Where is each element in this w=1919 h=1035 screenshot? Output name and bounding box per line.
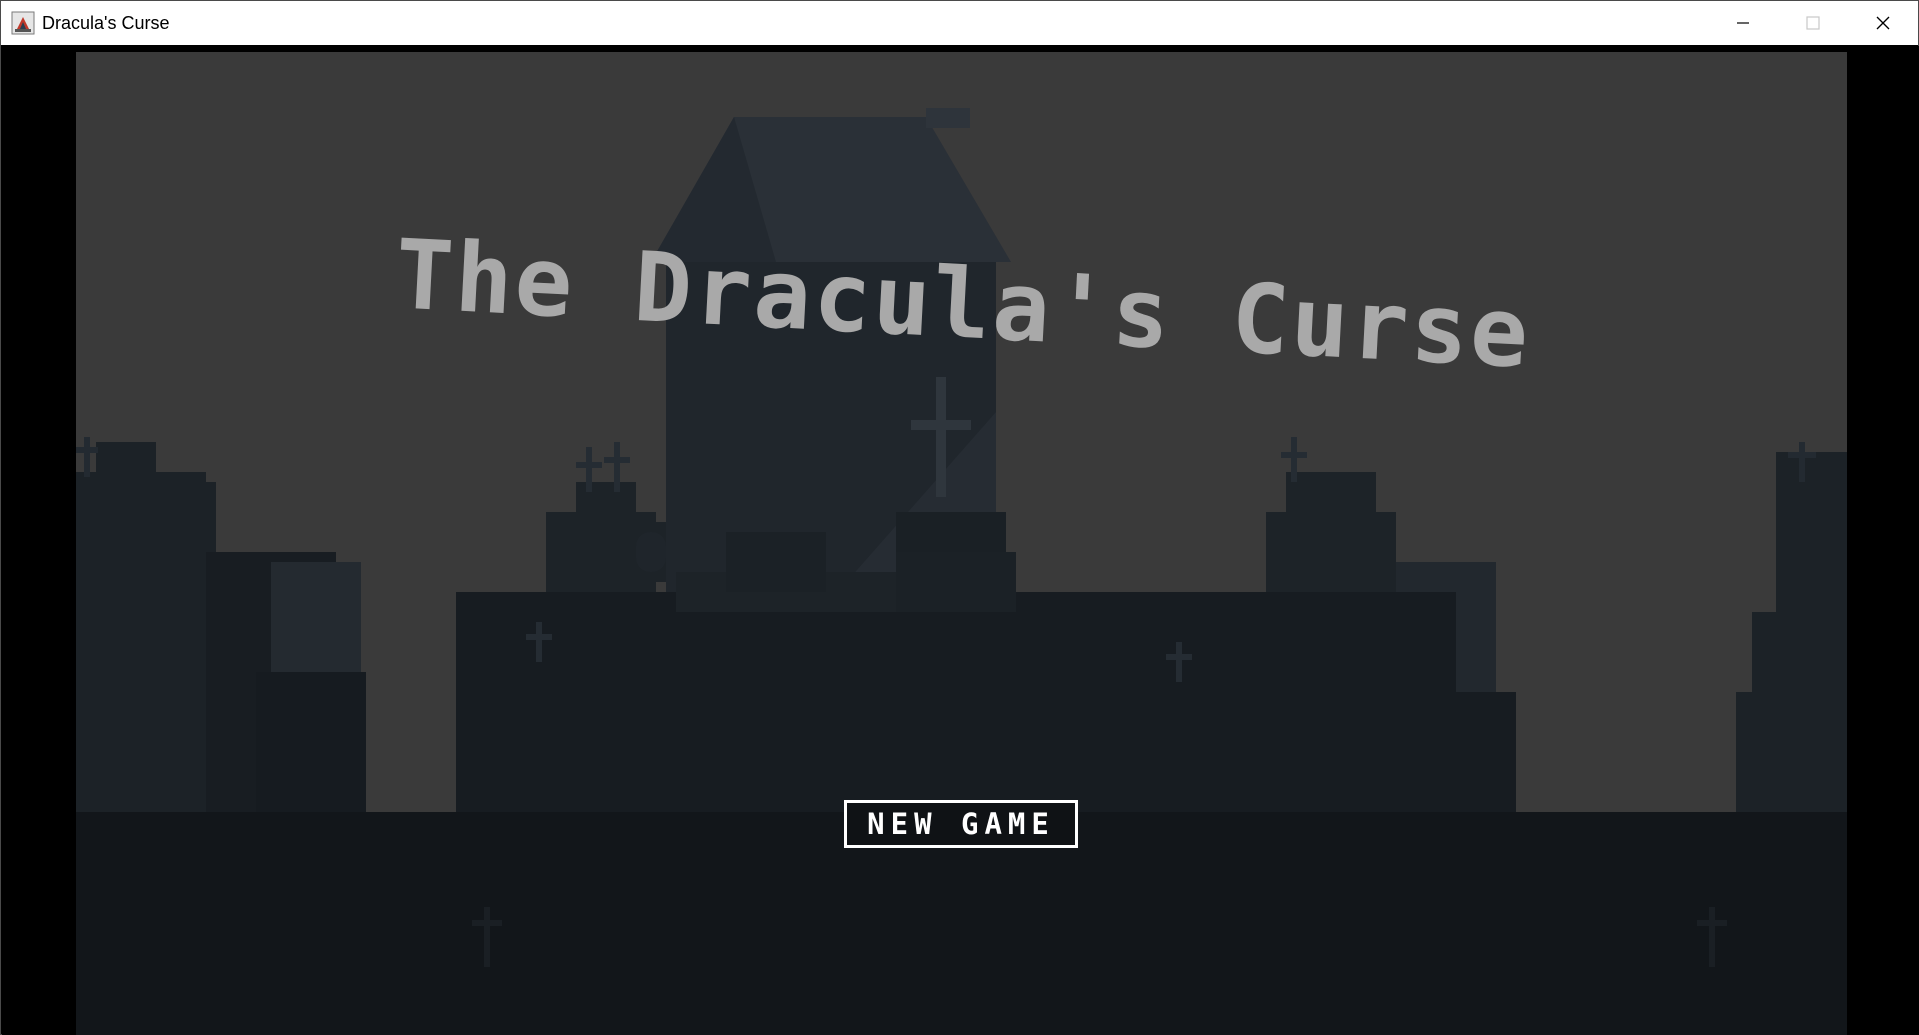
title-screen-scene: The Dracula's Curse NEW GAME: [76, 52, 1847, 1035]
maximize-icon: [1806, 16, 1820, 30]
game-window: Dracula's Curse The Dracula's Curse NEW …: [0, 0, 1919, 1035]
minimize-button[interactable]: [1708, 1, 1778, 45]
title-bar[interactable]: Dracula's Curse: [1, 1, 1918, 45]
window-controls: [1708, 1, 1918, 45]
close-icon: [1876, 16, 1890, 30]
game-canvas: The Dracula's Curse NEW GAME: [2, 46, 1919, 1035]
minimize-icon: [1737, 22, 1749, 24]
window-title: Dracula's Curse: [42, 12, 170, 33]
new-game-button[interactable]: NEW GAME: [844, 800, 1078, 848]
close-button[interactable]: [1848, 1, 1918, 45]
java-app-icon: [11, 11, 35, 35]
maximize-button[interactable]: [1778, 1, 1848, 45]
graveyard-background: The Dracula's Curse: [76, 52, 1847, 1035]
